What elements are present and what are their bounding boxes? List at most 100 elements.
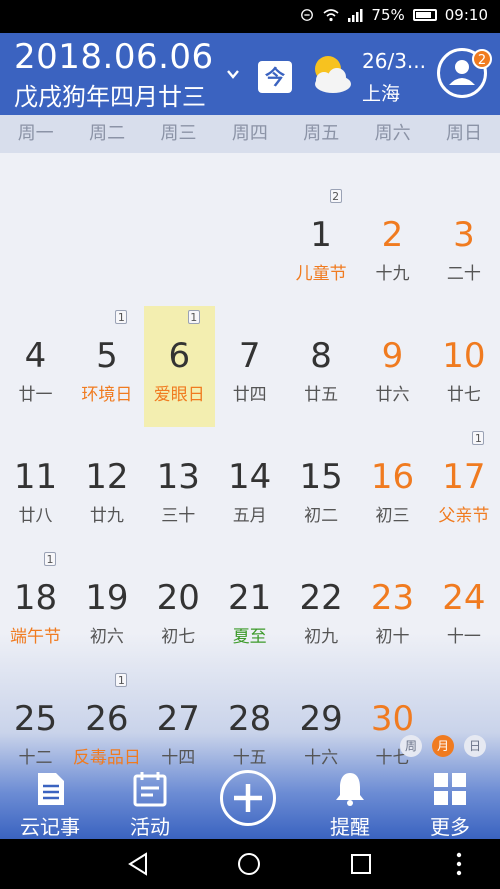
day-cell[interactable]: 9 廿六 — [357, 274, 428, 405]
today-button[interactable]: 今 — [258, 61, 292, 93]
weekday-label: 周四 — [231, 123, 268, 144]
remind-button[interactable]: 提醒 — [300, 763, 400, 839]
day-cell[interactable]: 12 廿九 — [71, 395, 142, 526]
more-label: 更多 — [430, 815, 470, 839]
day-cell[interactable]: 13 三十 — [143, 395, 214, 526]
day-number: 25 — [13, 699, 58, 739]
day-number: 10 — [442, 336, 486, 376]
day-cell[interactable]: 2 十九 — [357, 153, 428, 284]
wifi-icon — [323, 9, 339, 22]
weekday-label: 周日 — [446, 123, 483, 144]
partly-cloudy-icon[interactable] — [306, 51, 354, 97]
home-icon[interactable] — [237, 852, 261, 876]
day-cell[interactable]: 23 初十 — [357, 516, 428, 647]
day-cell[interactable]: 3 二十 — [428, 153, 499, 284]
day-cell[interactable]: 15 初二 — [286, 395, 357, 526]
day-number: 22 — [299, 578, 343, 618]
day-cell[interactable]: 10 廿七 — [428, 274, 499, 405]
day-cell[interactable]: 26 反毒品日 1 — [71, 637, 142, 768]
notification-badge: 2 — [472, 49, 492, 69]
day-cell[interactable]: 19 初六 — [71, 516, 142, 647]
view-month-button[interactable]: 月 — [432, 735, 454, 757]
day-number: 26 — [85, 699, 129, 739]
menu-dots-icon[interactable] — [455, 852, 463, 876]
day-number: 17 — [442, 457, 486, 497]
calendar-app: 2018.06.06 戊戌狗年四月廿三 今 26/3... 上海 2 周一 周二周… — [0, 33, 500, 839]
view-switcher: 周月日 — [400, 735, 486, 757]
weekday-label: 周五 — [303, 123, 340, 144]
more-button[interactable]: 更多 — [400, 763, 500, 839]
note-icon — [38, 773, 64, 805]
day-number: 24 — [442, 578, 486, 618]
grid-icon — [434, 773, 466, 805]
day-number: 2 — [381, 215, 404, 255]
day-number: 13 — [156, 457, 200, 497]
weekday-label: 周六 — [374, 123, 411, 144]
day-cell[interactable]: 20 初七 — [143, 516, 214, 647]
day-cell[interactable]: 5 环境日 1 — [71, 274, 142, 405]
view-week-button[interactable]: 周 — [400, 735, 422, 757]
activity-button[interactable]: 活动 — [100, 763, 200, 839]
temperature[interactable]: 26/3... — [362, 49, 426, 73]
app-header: 2018.06.06 戊戌狗年四月廿三 今 26/3... 上海 2 — [0, 33, 500, 115]
day-number: 12 — [85, 457, 129, 497]
battery-percent: 75% — [371, 6, 405, 24]
lunar-date[interactable]: 戊戌狗年四月廿三 — [14, 77, 206, 112]
notes-button[interactable]: 云记事 — [0, 763, 100, 839]
day-cell[interactable]: 21 夏至 — [214, 516, 285, 647]
event-count-badge: 1 — [115, 673, 128, 687]
chevron-down-icon[interactable] — [226, 67, 240, 81]
day-cell[interactable]: 18 端午节 1 — [0, 516, 71, 647]
recents-icon[interactable] — [350, 852, 372, 876]
day-cell[interactable]: 28 十五 — [214, 637, 285, 768]
event-count-badge: 1 — [187, 310, 200, 324]
event-count-badge: 1 — [472, 431, 485, 445]
day-number: 30 — [370, 699, 415, 739]
day-number: 28 — [228, 699, 272, 739]
day-number: 11 — [13, 457, 58, 497]
day-cell[interactable]: 16 初三 — [357, 395, 428, 526]
weekday-header: 周一 周二 周三 周四 周五 周六 周日 — [0, 115, 500, 153]
day-number: 20 — [156, 578, 200, 618]
day-number: 18 — [13, 578, 58, 618]
event-count-badge: 2 — [329, 189, 342, 203]
plus-icon — [234, 784, 262, 812]
notes-label: 云记事 — [20, 815, 80, 839]
day-cell[interactable]: 14 五月 — [214, 395, 285, 526]
day-cell[interactable]: 27 十四 — [143, 637, 214, 768]
day-cell[interactable]: 17 父亲节 1 — [428, 395, 499, 526]
day-number: 23 — [370, 578, 415, 618]
day-cell[interactable]: 1 儿童节 2 — [286, 153, 357, 284]
day-number: 14 — [228, 457, 272, 497]
city-name[interactable]: 上海 — [362, 79, 400, 106]
day-cell[interactable]: 4 廿一 — [0, 274, 71, 405]
day-cell[interactable]: 24 十一 — [428, 516, 499, 647]
system-nav-bar — [0, 839, 500, 889]
day-cell[interactable]: 29 十六 — [286, 637, 357, 768]
add-event-button[interactable] — [220, 770, 276, 826]
weekday-label: 周三 — [160, 123, 197, 144]
day-number: 8 — [310, 336, 332, 376]
day-cell[interactable]: 7 廿四 — [214, 274, 285, 405]
day-number: 29 — [299, 699, 343, 739]
day-number: 9 — [381, 336, 404, 376]
lunar-or-holiday: 十一 — [446, 627, 481, 647]
day-cell[interactable]: 8 廿五 — [286, 274, 357, 405]
back-icon[interactable] — [127, 852, 149, 876]
status-bar: 75% 09:10 — [0, 0, 500, 33]
calendar-list-icon — [133, 772, 167, 807]
event-count-badge: 1 — [115, 310, 128, 324]
bell-icon — [336, 773, 364, 806]
day-cell[interactable]: 22 初九 — [286, 516, 357, 647]
view-day-button[interactable]: 日 — [464, 735, 486, 757]
day-number: 3 — [453, 215, 475, 255]
remind-label: 提醒 — [330, 815, 370, 839]
day-number: 1 — [310, 215, 332, 255]
battery-icon — [412, 9, 437, 21]
day-number: 16 — [370, 457, 415, 497]
current-date[interactable]: 2018.06.06 — [14, 37, 214, 77]
day-cell[interactable]: 25 十二 — [0, 637, 71, 768]
signal-icon — [348, 9, 363, 22]
day-number: 21 — [228, 578, 272, 618]
day-cell[interactable]: 11 廿八 — [0, 395, 71, 526]
